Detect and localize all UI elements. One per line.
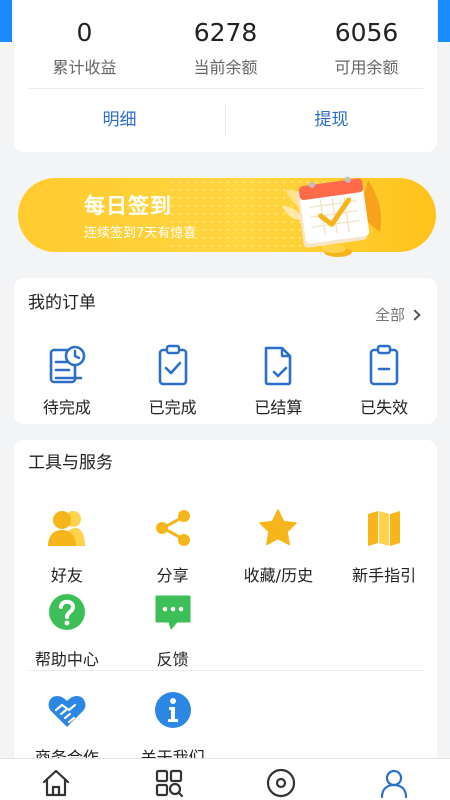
settled-order-icon [265, 346, 292, 386]
compass-icon [267, 768, 296, 798]
tool-help-center[interactable]: 帮助中心 [14, 592, 120, 676]
divider [28, 670, 423, 671]
order-pending[interactable]: 待完成 [14, 344, 120, 418]
pending-order-icon [49, 345, 86, 384]
calendar-check-icon [282, 176, 382, 257]
tool-grid: 好友 分享 收藏/历史 新手指引 帮助中心 反馈 [14, 508, 437, 676]
completed-order-icon [158, 344, 187, 386]
stat-value: 6056 [334, 18, 399, 47]
nav-category[interactable] [113, 759, 226, 800]
stat-label: 累计收益 [52, 58, 117, 77]
order-status-row: 待完成 已完成 已结算 已失效 [14, 344, 437, 418]
order-label: 已完成 [148, 398, 197, 417]
help-icon [48, 594, 85, 630]
order-label: 已结算 [254, 398, 303, 417]
tool-label: 好友 [50, 566, 83, 585]
order-label: 已失效 [360, 398, 409, 417]
orders-title: 我的订单 [28, 293, 96, 313]
detail-button[interactable]: 明细 [14, 104, 225, 136]
balance-stats: 0 累计收益 6278 当前余额 6056 可用余额 [14, 16, 437, 78]
home-icon [43, 769, 70, 797]
tool-beginner-guide[interactable]: 新手指引 [331, 508, 437, 592]
map-icon [368, 511, 401, 546]
order-completed[interactable]: 已完成 [120, 344, 226, 418]
category-search-icon [155, 769, 183, 798]
stat-value: 6278 [193, 18, 258, 47]
tool-label: 新手指引 [352, 566, 417, 585]
order-expired[interactable]: 已失效 [331, 344, 437, 418]
orders-card: 我的订单 全部 待完成 已完成 已结算 已失效 [14, 278, 437, 424]
info-icon [154, 692, 191, 728]
divider [28, 88, 423, 89]
friends-icon [47, 511, 85, 546]
order-settled[interactable]: 已结算 [226, 344, 332, 418]
tool-label: 收藏/历史 [243, 566, 314, 585]
tools-card: 工具与服务 好友 分享 收藏/历史 新手指引 帮助中心 反馈 [14, 440, 437, 770]
bottom-nav [0, 758, 450, 800]
tool-label: 反馈 [156, 650, 189, 669]
nav-discover[interactable] [225, 759, 338, 800]
tool-label: 分享 [156, 566, 189, 585]
nav-home[interactable] [0, 759, 113, 800]
stat-current-balance: 6278 当前余额 [155, 16, 296, 78]
tool-label: 帮助中心 [34, 650, 99, 669]
tools-title: 工具与服务 [28, 453, 113, 473]
feedback-icon [155, 595, 191, 630]
stat-total-earnings: 0 累计收益 [14, 16, 155, 78]
order-label: 待完成 [42, 398, 91, 417]
banner-title: 每日签到 [84, 194, 172, 218]
all-orders-label: 全部 [374, 306, 405, 324]
handshake-icon [48, 696, 86, 727]
balance-card: 0 累计收益 6278 当前余额 6056 可用余额 明细 提现 [14, 0, 437, 152]
page-edge-left [0, 0, 12, 42]
stat-available-balance: 6056 可用余额 [296, 16, 437, 78]
daily-signin-banner[interactable]: 每日签到 连续签到7天有惊喜 [18, 176, 436, 257]
chevron-right-icon [409, 309, 421, 321]
page-edge-right [438, 0, 450, 42]
tool-feedback[interactable]: 反馈 [120, 592, 226, 676]
tool-favorites-history[interactable]: 收藏/历史 [226, 508, 332, 592]
balance-actions: 明细 提现 [14, 104, 437, 136]
stat-value: 0 [76, 18, 93, 47]
profile-icon [380, 769, 407, 799]
nav-profile[interactable] [338, 759, 450, 800]
stat-label: 当前余额 [193, 58, 258, 77]
tool-friends[interactable]: 好友 [14, 508, 120, 592]
all-orders-link[interactable]: 全部 [374, 304, 421, 325]
expired-order-icon [369, 344, 399, 386]
banner-subtitle: 连续签到7天有惊喜 [84, 226, 197, 241]
stat-label: 可用余额 [334, 58, 399, 77]
withdraw-button[interactable]: 提现 [226, 104, 437, 136]
tool-share[interactable]: 分享 [120, 508, 226, 592]
share-icon [155, 510, 190, 546]
star-icon [259, 509, 298, 546]
